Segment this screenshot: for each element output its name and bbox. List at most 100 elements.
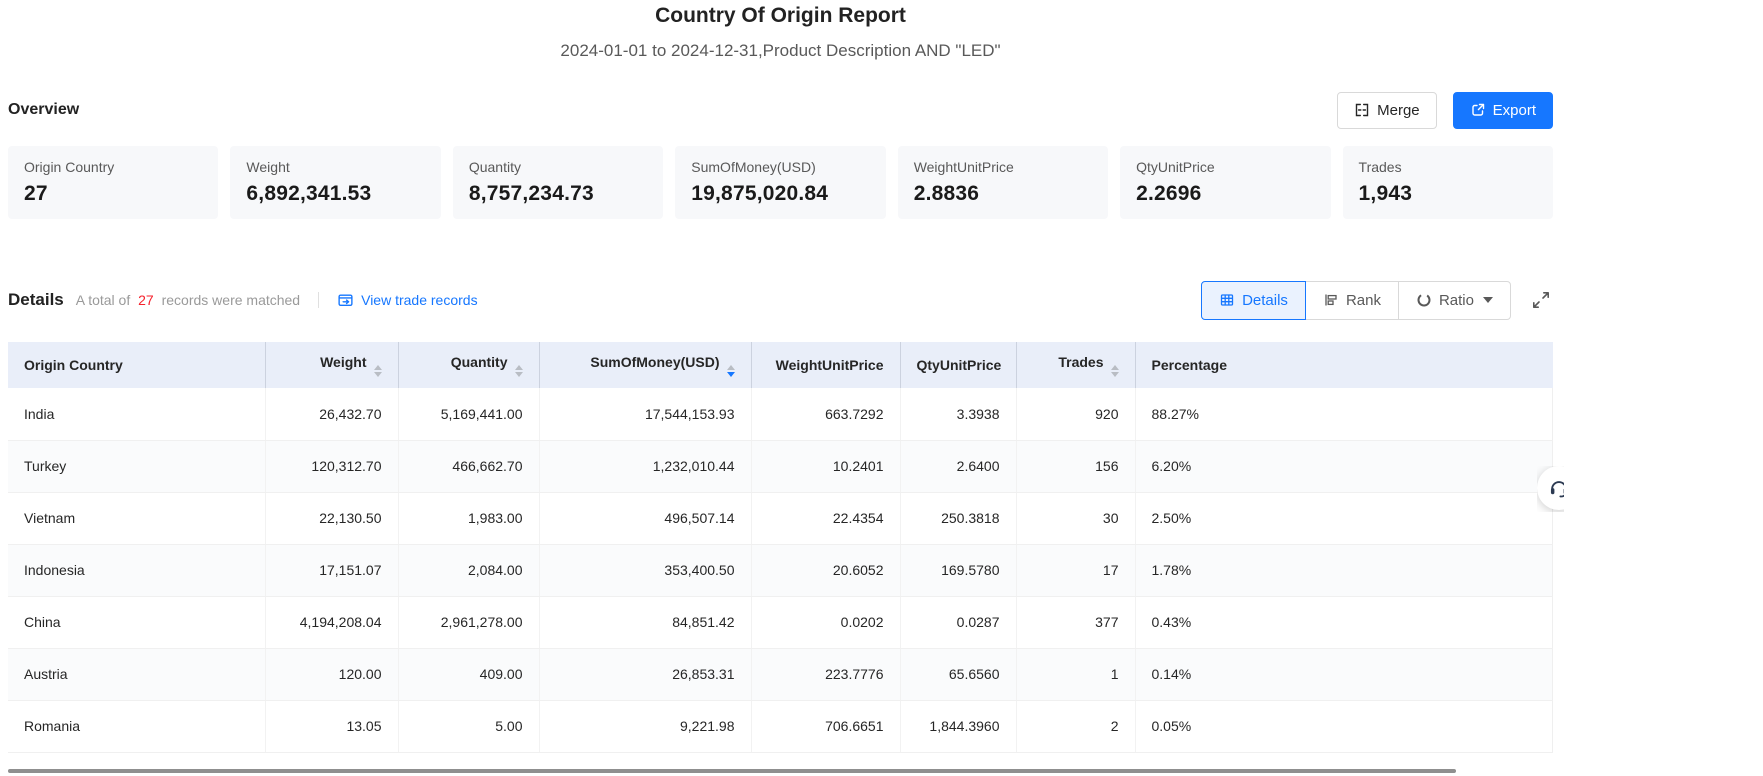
fullscreen-button[interactable] <box>1531 289 1553 311</box>
matched-prefix: A total of <box>76 292 130 308</box>
page-title: Country Of Origin Report <box>8 4 1553 28</box>
value-cell: 17,544,153.93 <box>539 388 751 440</box>
value-cell: 88.27% <box>1135 388 1553 440</box>
value-cell: 10.2401 <box>751 440 900 492</box>
stat-card-label: SumOfMoney(USD) <box>691 159 869 175</box>
stat-card-label: Quantity <box>469 159 647 175</box>
value-cell: 4,194,208.04 <box>265 596 398 648</box>
column-header-quantity[interactable]: Quantity <box>398 342 539 388</box>
trade-records-icon <box>337 292 354 309</box>
value-cell: 0.14% <box>1135 648 1553 700</box>
value-cell: 2 <box>1016 700 1135 752</box>
overview-bar: Overview Merge Export <box>8 90 1553 130</box>
value-cell: 409.00 <box>398 648 539 700</box>
matched-count: 27 <box>138 292 154 308</box>
table-row[interactable]: Austria120.00409.0026,853.31223.777665.6… <box>8 648 1553 700</box>
dropdown-caret-icon <box>1483 297 1493 303</box>
value-cell: 30 <box>1016 492 1135 544</box>
column-label: Trades <box>1058 354 1103 370</box>
value-cell: 496,507.14 <box>539 492 751 544</box>
view-trade-records-link[interactable]: View trade records <box>337 292 477 309</box>
merge-button[interactable]: Merge <box>1337 92 1437 129</box>
value-cell: 3.3938 <box>900 388 1016 440</box>
details-bar: Details A total of 27 records were match… <box>8 280 1553 320</box>
country-cell: China <box>8 596 265 648</box>
table-row[interactable]: China4,194,208.042,961,278.0084,851.420.… <box>8 596 1553 648</box>
details-heading: Details <box>8 290 64 310</box>
support-button[interactable] <box>1537 466 1564 510</box>
stat-card: Trades 1,943 <box>1343 146 1553 219</box>
country-cell: Austria <box>8 648 265 700</box>
value-cell: 1 <box>1016 648 1135 700</box>
details-summary: Details A total of 27 records were match… <box>8 290 478 310</box>
value-cell: 0.0202 <box>751 596 900 648</box>
stat-card-value: 19,875,020.84 <box>691 182 869 206</box>
column-header-weight[interactable]: Weight <box>265 342 398 388</box>
report-page: Country Of Origin Report 2024-01-01 to 2… <box>8 4 1553 753</box>
details-view-button[interactable]: Details <box>1201 281 1306 320</box>
column-label: Percentage <box>1152 357 1227 373</box>
stat-card-label: WeightUnitPrice <box>914 159 1092 175</box>
column-label: SumOfMoney(USD) <box>590 354 719 370</box>
stat-card-value: 27 <box>24 182 202 206</box>
value-cell: 5,169,441.00 <box>398 388 539 440</box>
table-row[interactable]: Vietnam22,130.501,983.00496,507.1422.435… <box>8 492 1553 544</box>
value-cell: 2.50% <box>1135 492 1553 544</box>
overview-heading: Overview <box>8 101 79 119</box>
table-row[interactable]: Turkey120,312.70466,662.701,232,010.4410… <box>8 440 1553 492</box>
export-button[interactable]: Export <box>1453 92 1553 129</box>
table-grid-icon <box>1219 292 1235 308</box>
value-cell: 6.20% <box>1135 440 1553 492</box>
column-header-sumofmoney-usd-[interactable]: SumOfMoney(USD) <box>539 342 751 388</box>
value-cell: 466,662.70 <box>398 440 539 492</box>
sort-icon[interactable] <box>1111 365 1119 377</box>
view-trade-records-label: View trade records <box>361 292 477 308</box>
stat-card: Quantity 8,757,234.73 <box>453 146 663 219</box>
matched-summary: A total of 27 records were matched <box>76 292 300 308</box>
top-actions: Merge Export <box>1337 92 1553 129</box>
value-cell: 1.78% <box>1135 544 1553 596</box>
stat-card-value: 8,757,234.73 <box>469 182 647 206</box>
sort-icon[interactable] <box>515 365 523 377</box>
view-switcher: Details Rank <box>1201 281 1553 320</box>
value-cell: 2.6400 <box>900 440 1016 492</box>
view-toggle-group: Details Rank <box>1201 281 1511 320</box>
value-cell: 22,130.50 <box>265 492 398 544</box>
value-cell: 1,983.00 <box>398 492 539 544</box>
sort-icon[interactable] <box>374 365 382 377</box>
stat-cards: Origin Country 27 Weight 6,892,341.53 Qu… <box>8 146 1553 219</box>
value-cell: 250.3818 <box>900 492 1016 544</box>
value-cell: 13.05 <box>265 700 398 752</box>
rank-view-button[interactable]: Rank <box>1305 281 1399 320</box>
rank-bars-icon <box>1323 292 1339 308</box>
table-row[interactable]: Romania13.055.009,221.98706.66511,844.39… <box>8 700 1553 752</box>
stat-card: QtyUnitPrice 2.2696 <box>1120 146 1330 219</box>
table-row[interactable]: Indonesia17,151.072,084.00353,400.5020.6… <box>8 544 1553 596</box>
stat-card-label: Origin Country <box>24 159 202 175</box>
value-cell: 0.0287 <box>900 596 1016 648</box>
value-cell: 26,432.70 <box>265 388 398 440</box>
table-body: India26,432.705,169,441.0017,544,153.936… <box>8 388 1553 752</box>
stat-card-label: Weight <box>246 159 424 175</box>
value-cell: 169.5780 <box>900 544 1016 596</box>
horizontal-scrollbar-thumb[interactable] <box>8 769 1456 773</box>
value-cell: 663.7292 <box>751 388 900 440</box>
value-cell: 223.7776 <box>751 648 900 700</box>
stat-card-value: 2.8836 <box>914 182 1092 206</box>
ratio-view-label: Ratio <box>1439 292 1474 309</box>
ratio-donut-icon <box>1416 292 1432 308</box>
value-cell: 20.6052 <box>751 544 900 596</box>
value-cell: 26,853.31 <box>539 648 751 700</box>
column-label: QtyUnitPrice <box>917 357 1002 373</box>
value-cell: 156 <box>1016 440 1135 492</box>
table-row[interactable]: India26,432.705,169,441.0017,544,153.936… <box>8 388 1553 440</box>
column-header-trades[interactable]: Trades <box>1016 342 1135 388</box>
value-cell: 1,232,010.44 <box>539 440 751 492</box>
sort-icon[interactable] <box>727 365 735 377</box>
merge-button-label: Merge <box>1377 102 1420 119</box>
column-label: Weight <box>320 354 366 370</box>
ratio-view-button[interactable]: Ratio <box>1398 281 1511 320</box>
value-cell: 65.6560 <box>900 648 1016 700</box>
value-cell: 9,221.98 <box>539 700 751 752</box>
value-cell: 0.05% <box>1135 700 1553 752</box>
